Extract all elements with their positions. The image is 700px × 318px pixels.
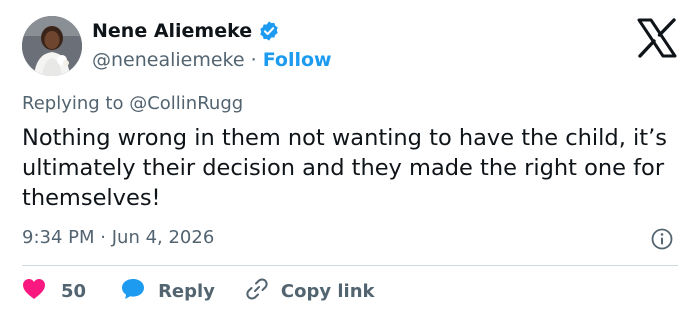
speech-bubble-icon [120,277,146,305]
divider [22,265,678,266]
replying-to-prefix: Replying to [22,93,124,114]
reply-button[interactable]: Reply [120,277,215,305]
handle-separator: · [250,49,257,71]
verified-badge-icon [258,20,280,42]
tweet-time: 9:34 PM [22,227,95,248]
author-handle-row: @nenealiemeke · Follow [92,49,332,71]
heart-icon [22,278,46,304]
timestamp-separator: · [100,227,106,248]
tweet-date: Jun 4, 2026 [111,227,215,248]
like-count: 50 [61,280,87,302]
replying-to: Replying to @CollinRugg [22,93,243,114]
author-name[interactable]: Nene Aliemeke [92,20,280,42]
tweet-text: Nothing wrong in them not wanting to hav… [22,125,667,211]
copy-link-label: Copy link [280,280,375,302]
author-avatar[interactable] [22,16,82,76]
x-logo-icon[interactable] [636,18,678,58]
author-name-text: Nene Aliemeke [92,20,253,42]
tweet-timestamp[interactable]: 9:34 PM · Jun 4, 2026 [22,227,214,248]
link-icon [245,277,269,305]
action-bar: 50 Reply Copy link [22,276,375,306]
author-handle[interactable]: @nenealiemeke [92,49,245,71]
follow-button[interactable]: Follow [263,49,332,71]
avatar-image [22,16,82,76]
like-button[interactable]: 50 [22,278,86,304]
info-icon[interactable] [650,227,674,251]
replying-to-mention[interactable]: @CollinRugg [129,93,243,114]
reply-label: Reply [158,280,215,302]
copy-link-button[interactable]: Copy link [245,277,375,305]
